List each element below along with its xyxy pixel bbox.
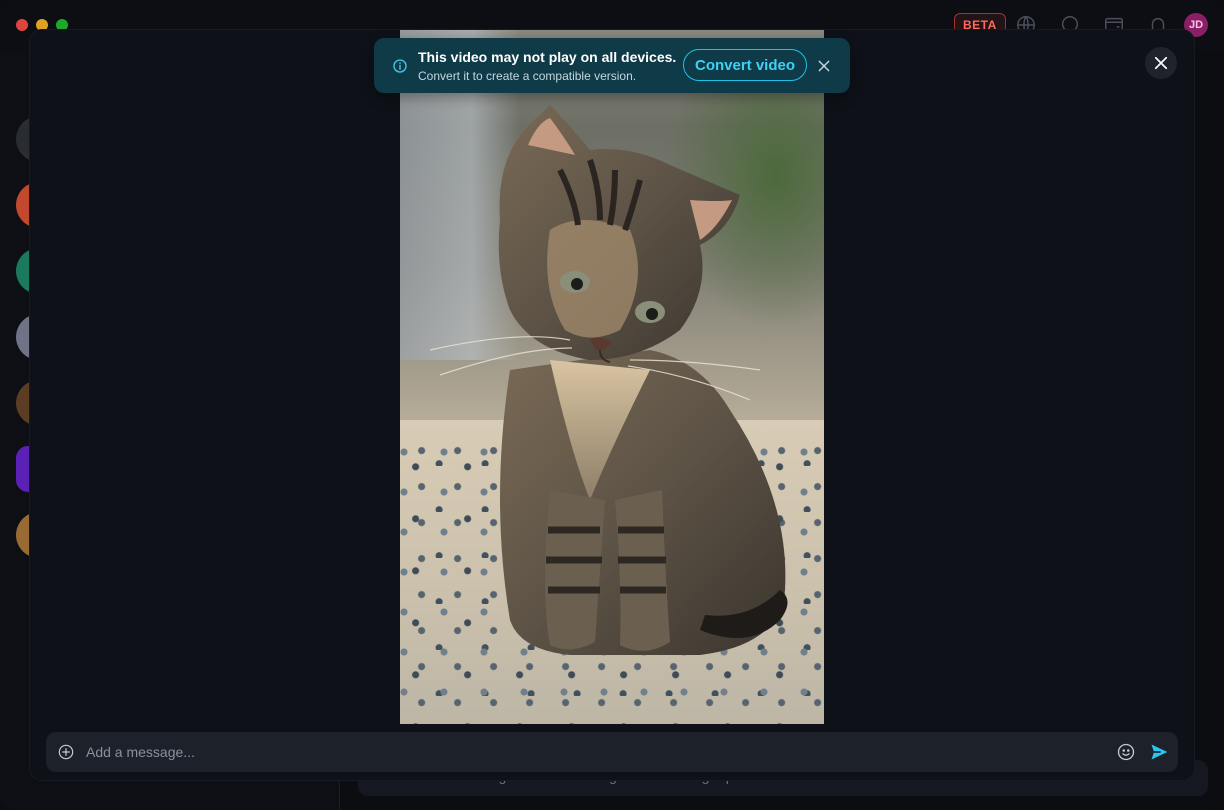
convert-video-button[interactable]: Convert video: [683, 49, 808, 81]
window-close-button[interactable]: [16, 19, 28, 31]
send-icon[interactable]: [1149, 742, 1169, 762]
smiley-icon[interactable]: [1117, 743, 1135, 761]
close-icon: [1154, 56, 1168, 70]
info-icon: [393, 59, 407, 73]
message-composer: [46, 732, 1178, 772]
message-input[interactable]: [86, 732, 1106, 772]
dismiss-banner-icon[interactable]: [816, 58, 832, 74]
video-preview[interactable]: [400, 30, 824, 724]
banner-title: This video may not play on all devices.: [418, 49, 677, 65]
banner-subtitle: Convert it to create a compatible versio…: [418, 69, 637, 83]
video-compatibility-banner: This video may not play on all devices. …: [374, 38, 850, 93]
media-viewer-modal: This video may not play on all devices. …: [30, 30, 1194, 780]
kitten-image: [429, 105, 788, 655]
close-modal-button[interactable]: [1145, 47, 1177, 79]
plus-circle-icon[interactable]: [58, 744, 74, 760]
